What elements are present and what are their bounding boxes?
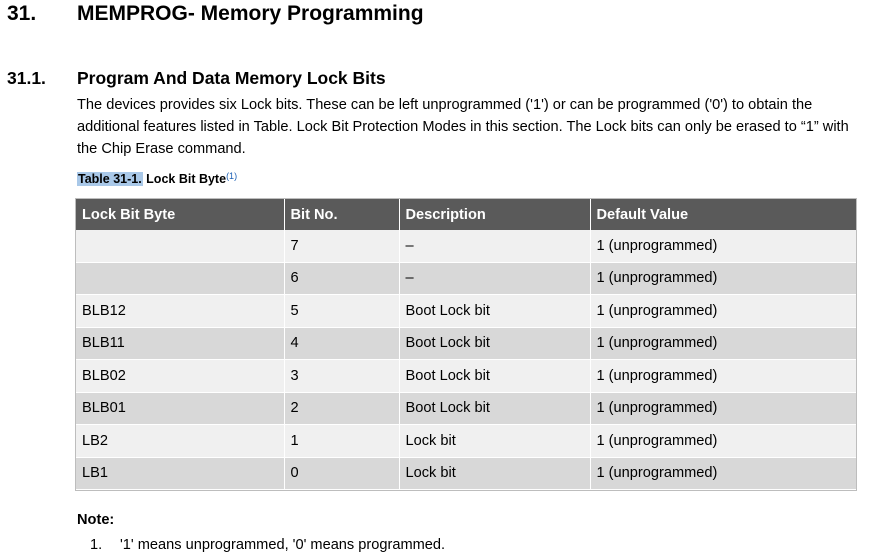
table-cell: 5	[284, 294, 400, 328]
table-cell: 1	[284, 424, 400, 458]
table-cell: Boot Lock bit	[399, 359, 591, 393]
column-header: Description	[399, 199, 591, 230]
table-caption-tag[interactable]: Table 31-1.	[77, 172, 143, 186]
table-cell: BLB02	[76, 359, 285, 393]
table-row: LB2 1 Lock bit 1 (unprogrammed)	[76, 424, 856, 458]
lock-bit-table: Lock Bit Byte Bit No. Description Defaul…	[75, 198, 857, 491]
column-header: Default Value	[590, 199, 856, 230]
table-cell: 6	[284, 262, 400, 295]
subsection-title: Program And Data Memory Lock Bits	[77, 68, 386, 88]
table-cell: Boot Lock bit	[399, 392, 591, 425]
footnote-link[interactable]: (1)	[226, 171, 237, 181]
note-heading: Note:	[77, 512, 115, 528]
table-cell: 1 (unprogrammed)	[590, 424, 856, 458]
table-cell: –	[399, 262, 591, 295]
table-cell: 1 (unprogrammed)	[590, 327, 856, 360]
table-caption: Table 31-1. Lock Bit Byte(1)	[77, 169, 237, 189]
table-header-row: Lock Bit Byte Bit No. Description Defaul…	[76, 199, 856, 230]
note-item-number: 1.	[90, 537, 103, 553]
table-cell: –	[399, 230, 591, 263]
subsection-heading: 31.1. Program And Data Memory Lock Bits	[7, 66, 386, 90]
table-cell: Lock bit	[399, 424, 591, 458]
table-cell: 2	[284, 392, 400, 425]
table-cell: Boot Lock bit	[399, 327, 591, 360]
table-cell: BLB01	[76, 392, 285, 425]
table-cell: 1 (unprogrammed)	[590, 294, 856, 328]
table-cell: Boot Lock bit	[399, 294, 591, 328]
column-header: Lock Bit Byte	[76, 199, 285, 230]
body-paragraph: The devices provides six Lock bits. Thes…	[77, 97, 849, 157]
table-row: 7 – 1 (unprogrammed)	[76, 230, 856, 263]
table-caption-title: Lock Bit Byte	[146, 172, 227, 186]
table-cell: 3	[284, 359, 400, 393]
table-cell	[76, 262, 285, 295]
table-cell: BLB12	[76, 294, 285, 328]
table-cell: LB1	[76, 457, 285, 490]
table-cell: Lock bit	[399, 457, 591, 490]
table-row: LB1 0 Lock bit 1 (unprogrammed)	[76, 457, 856, 490]
table-cell: 7	[284, 230, 400, 263]
table-row: BLB12 5 Boot Lock bit 1 (unprogrammed)	[76, 294, 856, 328]
column-header: Bit No.	[284, 199, 400, 230]
note-item: 1. '1' means unprogrammed, '0' means prog…	[90, 535, 445, 555]
section-title: MEMPROG- Memory Programming	[77, 2, 424, 25]
table-row: BLB02 3 Boot Lock bit 1 (unprogrammed)	[76, 359, 856, 393]
table-cell: 0	[284, 457, 400, 490]
table-cell: 4	[284, 327, 400, 360]
section-heading: 31. MEMPROG- Memory Programming	[7, 0, 424, 28]
table-cell: 1 (unprogrammed)	[590, 457, 856, 490]
table-cell	[76, 230, 285, 263]
section-number: 31.	[7, 2, 37, 25]
table-cell: BLB11	[76, 327, 285, 360]
subsection-number: 31.1.	[7, 68, 46, 88]
note-item-text: '1' means unprogrammed, '0' means progra…	[120, 537, 446, 553]
table-row: BLB11 4 Boot Lock bit 1 (unprogrammed)	[76, 327, 856, 360]
table-cell: 1 (unprogrammed)	[590, 359, 856, 393]
table-cell: 1 (unprogrammed)	[590, 230, 856, 263]
table-cell: 1 (unprogrammed)	[590, 262, 856, 295]
table-cell: 1 (unprogrammed)	[590, 392, 856, 425]
table-row: BLB01 2 Boot Lock bit 1 (unprogrammed)	[76, 392, 856, 425]
table-cell: LB2	[76, 424, 285, 458]
table-row: 6 – 1 (unprogrammed)	[76, 262, 856, 295]
